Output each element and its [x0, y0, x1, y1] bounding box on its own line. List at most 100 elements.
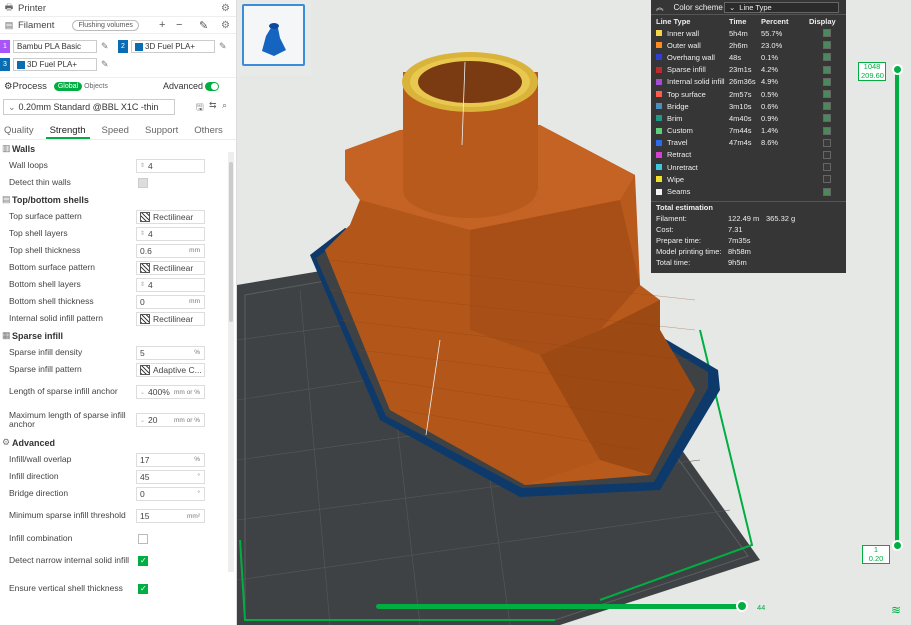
sparse-pattern-select[interactable]: Adaptive C... [136, 362, 205, 377]
display-checkbox[interactable] [823, 138, 831, 147]
infill-icon: ▦ [2, 330, 11, 340]
col-percent: Percent [761, 16, 789, 26]
printer-header[interactable]: 🖶 Printer ⚙ [0, 0, 236, 17]
layer-slider-top-handle[interactable] [892, 64, 903, 75]
section-title: Top/bottom shells [12, 194, 89, 205]
unit-label: ° [197, 473, 200, 480]
input-value: Rectilinear [153, 313, 194, 324]
edit-icon[interactable]: ✎ [101, 59, 109, 70]
plate-thumbnail[interactable] [242, 4, 305, 66]
flushing-volumes-button[interactable]: Flushing volumes [72, 19, 139, 31]
printer-settings-icon[interactable]: ⚙ [221, 3, 230, 14]
display-checkbox[interactable] [823, 175, 831, 184]
filament-slot-1[interactable]: 1 Bambu PLA Basic ✎ [0, 40, 118, 53]
edit-filament-icon[interactable]: ✎ [199, 19, 208, 32]
layer-slider-track[interactable] [895, 68, 899, 548]
bottom-thickness-input[interactable]: 0 mm [136, 294, 205, 309]
setting-detect-thin: Detect thin walls [0, 174, 236, 191]
advanced-toggle[interactable] [205, 82, 219, 91]
top-thickness-input[interactable]: 0.6 mm [136, 243, 205, 258]
advanced-label: Advanced [162, 81, 203, 91]
objects-tab[interactable]: Objects [84, 83, 108, 90]
compare-icon[interactable]: ⇆ [209, 100, 217, 111]
filament-slot-2[interactable]: 2 3D Fuel PLA+ ✎ [118, 40, 236, 53]
search-icon[interactable]: ⌕ [222, 100, 227, 111]
detect-narrow-checkbox[interactable] [138, 556, 148, 566]
tab-others[interactable]: Others [190, 120, 227, 139]
layers-icon[interactable]: ≋ [891, 603, 901, 617]
display-checkbox[interactable] [823, 163, 831, 172]
chevron-down-icon[interactable]: ⌄ [140, 417, 145, 424]
display-checkbox[interactable] [823, 150, 831, 159]
chevron-down-icon[interactable]: ⌄ [140, 389, 145, 396]
line-type-color-swatch [656, 176, 662, 183]
setting-direction: Infill direction 45 ° [0, 468, 236, 485]
overlap-input[interactable]: 17% [136, 452, 205, 467]
filament-settings-icon[interactable]: ⚙ [221, 20, 230, 31]
edit-icon[interactable]: ✎ [219, 41, 227, 52]
tab-quality[interactable]: Quality [0, 120, 38, 139]
display-checkbox[interactable] [823, 114, 831, 123]
input-value: 15 [140, 511, 150, 521]
detect-thin-checkbox[interactable] [138, 177, 148, 188]
input-value: 20 [148, 415, 158, 425]
total-label: Cost: [656, 224, 674, 234]
bottom-pattern-select[interactable]: Rectilinear [136, 260, 205, 275]
internal-pattern-select[interactable]: Rectilinear [136, 311, 205, 326]
top-pattern-select[interactable]: Rectilinear [136, 209, 205, 224]
remove-filament-icon[interactable]: − [176, 19, 182, 31]
display-checkbox[interactable] [823, 65, 831, 74]
save-icon[interactable]: 🖫 [196, 100, 204, 116]
display-checkbox[interactable] [823, 77, 831, 86]
filament-slot-3[interactable]: 3 3D Fuel PLA+ ✎ [0, 58, 118, 71]
bridge-direction-input[interactable]: 0 ° [136, 486, 205, 501]
add-filament-icon[interactable]: + [159, 19, 165, 31]
line-type-name: Retract [667, 150, 692, 160]
line-type-name: Outer wall [667, 40, 701, 50]
infill-combination-checkbox[interactable] [138, 533, 148, 544]
top-layers-input[interactable]: ⇕ 4 [136, 226, 205, 241]
col-display: Display [809, 16, 836, 26]
bottom-layers-input[interactable]: ⇕ 4 [136, 277, 205, 292]
line-type-select[interactable]: ⌄ Line Type [724, 2, 839, 13]
min-sparse-input[interactable]: 15 mm² [136, 509, 205, 523]
total-row: Model printing time: 8h58m [651, 246, 846, 257]
pattern-icon [140, 364, 150, 375]
line-type-time: 3m10s [729, 101, 752, 111]
setting-label: Wall loops [9, 159, 48, 170]
display-checkbox[interactable] [823, 102, 831, 111]
ensure-vertical-checkbox[interactable] [138, 584, 148, 594]
display-checkbox[interactable] [823, 90, 831, 99]
density-input[interactable]: 5% [136, 345, 205, 360]
spinner-icon[interactable]: ⇕ [140, 162, 145, 169]
display-checkbox[interactable] [823, 29, 831, 38]
layer-slider-bottom-handle[interactable] [892, 540, 903, 551]
tab-support[interactable]: Support [141, 120, 182, 139]
settings-scrollbar[interactable] [228, 152, 234, 572]
tab-speed[interactable]: Speed [98, 120, 133, 139]
setting-label: Infill direction [9, 470, 59, 481]
collapse-icon[interactable]: ︽ [656, 2, 664, 13]
anchor-max-input[interactable]: ⌄ 20 mm or % [136, 413, 205, 427]
direction-input[interactable]: 45 ° [136, 469, 205, 484]
tab-strength[interactable]: Strength [45, 120, 90, 139]
move-slider-track[interactable] [376, 604, 744, 609]
move-slider-handle[interactable] [736, 600, 748, 612]
color-swatch [17, 60, 25, 69]
display-checkbox[interactable] [823, 187, 831, 196]
process-preset-select[interactable]: ⌄ 0.20mm Standard @BBL X1C -thin [3, 99, 175, 115]
display-checkbox[interactable] [823, 53, 831, 62]
global-tab[interactable]: Global [53, 81, 83, 91]
spinner-icon[interactable]: ⇕ [140, 230, 145, 237]
spinner-icon[interactable]: ⇕ [140, 281, 145, 288]
wall-loops-input[interactable]: ⇕ 4 [136, 158, 205, 173]
setting-bottom-pattern: Bottom surface pattern Rectilinear [0, 259, 236, 276]
setting-label: Top shell layers [9, 227, 68, 238]
display-checkbox[interactable] [823, 126, 831, 135]
display-checkbox[interactable] [823, 41, 831, 50]
anchor-input[interactable]: ⌄ 400% mm or % [136, 385, 205, 399]
line-type-name: Bridge [667, 101, 689, 111]
select-value: Line Type [739, 3, 772, 12]
legend-row: Top surface 2m57s 0.5% [651, 88, 846, 100]
edit-icon[interactable]: ✎ [101, 41, 109, 52]
